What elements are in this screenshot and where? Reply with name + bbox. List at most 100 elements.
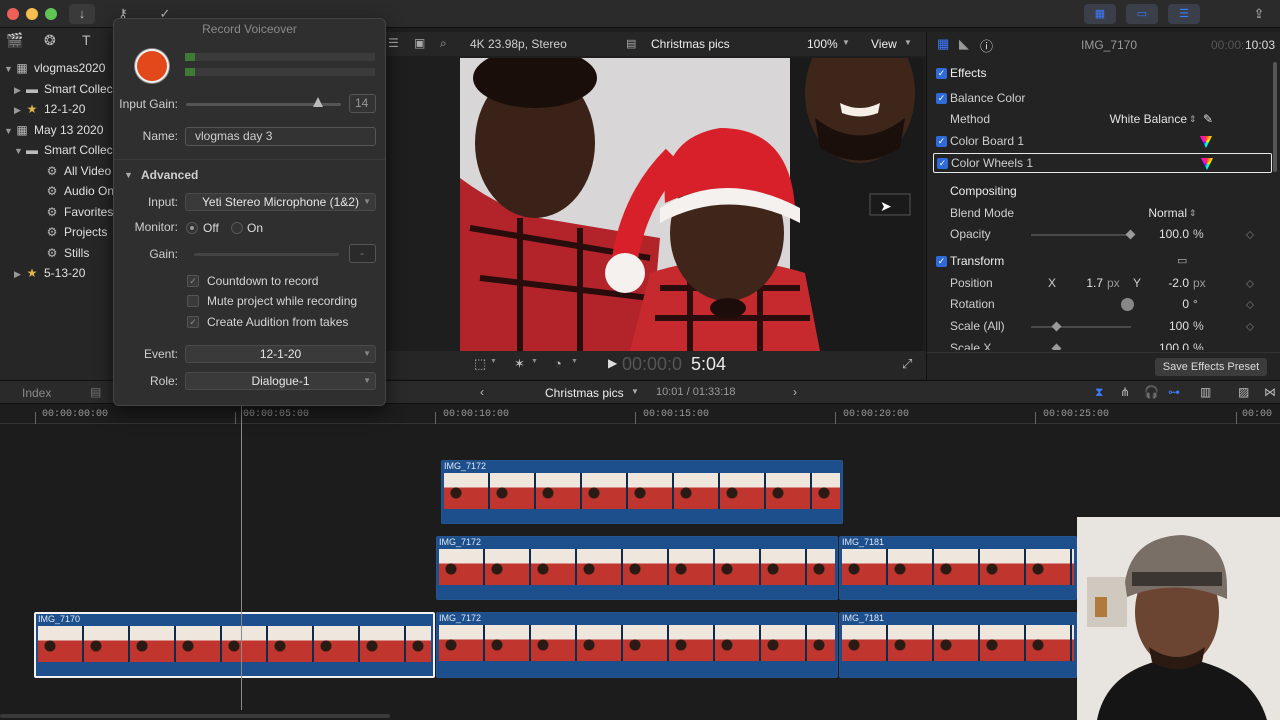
forward-arrow-icon[interactable]: › [793, 385, 797, 399]
audio-skimming-icon[interactable]: ⋔ [1120, 385, 1130, 399]
record-button[interactable] [135, 49, 169, 83]
back-arrow-icon[interactable]: ‹ [480, 385, 484, 399]
scale-all-slider[interactable] [1031, 326, 1131, 328]
blend-mode-dropdown[interactable]: Normal [1127, 203, 1187, 224]
retime-speed-icon[interactable]: ◔ [554, 356, 562, 371]
minimize-window-button[interactable] [26, 8, 38, 20]
clip-appearance-icon[interactable]: ▥ [1200, 385, 1211, 399]
append-clip-icon[interactable]: ▤ [90, 385, 101, 399]
library-layout-icon[interactable]: ▦ [1084, 4, 1116, 24]
opacity-slider[interactable] [1031, 234, 1131, 236]
sidebar-item[interactable]: ⚙ Audio Only [0, 181, 116, 201]
input-gain-value[interactable]: 14 [349, 94, 376, 113]
countdown-checkbox[interactable]: ✓ [187, 275, 199, 287]
timeline-layout-icon[interactable]: ▭ [1126, 4, 1158, 24]
method-dropdown[interactable]: White Balance [1107, 109, 1187, 130]
sidebar-item[interactable]: ▶ ▬ Smart Collec [0, 79, 116, 99]
transitions-browser-icon[interactable]: ⋈ [1264, 385, 1276, 399]
timeline-ruler[interactable]: 00:00:00:00 00:00:05:00 00:00:10:00 00:0… [0, 404, 1280, 424]
monitor-off-radio[interactable] [186, 222, 198, 234]
effects-header[interactable]: ✓ Effects [927, 63, 1280, 84]
balance-color-row[interactable]: ✓ Balance Color [927, 88, 1280, 109]
inspector-toggle-icon[interactable]: ☰ [1168, 4, 1200, 24]
name-field[interactable]: vlogmas day 3 [185, 127, 376, 146]
sidebar-item[interactable]: ▶ ★ 12-1-20 [0, 99, 116, 119]
keyframe-icon[interactable] [1245, 300, 1255, 310]
rotation-value[interactable]: 0 [1153, 294, 1189, 315]
sidebar-item[interactable]: ▼ ▦ vlogmas2020 [0, 58, 116, 78]
enhance-wand-icon[interactable]: ✶ [514, 356, 525, 372]
timeline-clip[interactable]: IMG_7172 [436, 536, 838, 600]
keyframe-icon[interactable] [1245, 322, 1255, 332]
disclosure-triangle-icon[interactable]: ▼ [4, 59, 14, 78]
color-wheels-row[interactable]: ✓ Color Wheels 1 [933, 153, 1272, 173]
input-device-select[interactable]: Yeti Stereo Microphone (1&2) ▼ [185, 193, 376, 211]
create-audition-checkbox[interactable]: ✓ [187, 316, 199, 328]
share-icon[interactable]: ⇪ [1246, 4, 1272, 24]
monitor-on-radio[interactable] [231, 222, 243, 234]
position-y-value[interactable]: -2.0 [1153, 273, 1189, 294]
zoom-dropdown[interactable]: 100% [807, 37, 838, 51]
opacity-slider-thumb[interactable] [1125, 229, 1136, 240]
timeline-clip[interactable]: IMG_7181 [839, 536, 1077, 600]
input-gain-thumb[interactable] [312, 97, 323, 107]
keyframe-icon[interactable] [1245, 279, 1255, 289]
playhead[interactable] [241, 404, 242, 710]
timeline-clip-selected[interactable]: IMG_7170 [34, 612, 435, 678]
disclosure-triangle-icon[interactable]: ▼ [124, 170, 133, 180]
libraries-icon[interactable]: 🎬 [6, 32, 23, 49]
view-menu[interactable]: View [871, 37, 897, 51]
eyedropper-icon[interactable]: ✎ [1203, 109, 1213, 130]
scale-all-slider-thumb[interactable] [1051, 321, 1062, 332]
snapping-icon[interactable]: ⊶ [1168, 385, 1180, 399]
disclosure-triangle-icon[interactable]: ▶ [14, 100, 24, 119]
disclosure-triangle-icon[interactable]: ▼ [14, 141, 24, 160]
sidebar-item[interactable]: ⚙ Projects [0, 222, 116, 242]
clip-appearance-icon[interactable]: ☰ [388, 36, 399, 50]
save-effects-preset-button[interactable]: Save Effects Preset [1155, 358, 1267, 376]
role-select[interactable]: Dialogue-1 ▼ [185, 372, 376, 390]
timeline-clip[interactable]: IMG_7172 [441, 460, 843, 524]
index-button[interactable]: Index [22, 386, 51, 400]
solo-headphones-icon[interactable]: 🎧 [1144, 385, 1159, 399]
video-inspector-icon[interactable]: ▦ [937, 36, 949, 52]
mute-project-checkbox[interactable] [187, 295, 199, 307]
photos-audio-icon[interactable]: ❂ [44, 32, 56, 49]
transform-header[interactable]: ✓ Transform ▭ [927, 251, 1280, 272]
sidebar-item[interactable]: ▼ ▦ May 13 2020 [0, 120, 116, 140]
timeline-clip[interactable]: IMG_7181 [839, 612, 1077, 678]
color-board-icon[interactable] [1200, 136, 1212, 148]
inspector-scrollbar[interactable] [1273, 62, 1277, 172]
import-icon[interactable]: ↓ [69, 4, 95, 24]
sidebar-item[interactable]: ▶ ★ 5-13-20 [0, 263, 116, 283]
balance-color-checkbox[interactable]: ✓ [936, 93, 947, 104]
timeline-project-name[interactable]: Christmas pics [545, 386, 624, 400]
color-inspector-icon[interactable]: ◣ [959, 36, 969, 52]
position-x-value[interactable]: 1.7 [1073, 273, 1103, 294]
color-board-row[interactable]: ✓ Color Board 1 [927, 131, 1280, 152]
compositing-header[interactable]: Compositing [927, 181, 1280, 202]
color-board-checkbox[interactable]: ✓ [936, 136, 947, 147]
timeline-clip[interactable]: IMG_7172 [436, 612, 838, 678]
transform-checkbox[interactable]: ✓ [936, 256, 947, 267]
disclosure-triangle-icon[interactable]: ▼ [4, 121, 14, 140]
filmstrip-icon[interactable]: ▣ [414, 36, 425, 50]
color-wheels-icon[interactable] [1201, 158, 1213, 170]
color-wheels-checkbox[interactable]: ✓ [937, 158, 948, 169]
info-icon[interactable]: ⓘ [980, 36, 993, 55]
zoom-window-button[interactable] [45, 8, 57, 20]
scale-x-slider-thumb[interactable] [1051, 343, 1062, 350]
monitor-gain-value[interactable]: - [349, 244, 376, 263]
timeline-scrollbar[interactable] [0, 714, 390, 718]
effects-browser-icon[interactable]: ▨ [1238, 385, 1249, 399]
keyframe-icon[interactable] [1245, 230, 1255, 240]
viewer-frame[interactable]: ➤ [460, 58, 923, 351]
event-select[interactable]: 12-1-20 ▼ [185, 345, 376, 363]
fullscreen-icon[interactable]: ⤢ [902, 356, 912, 372]
transform-onscreen-icon[interactable]: ▭ [1177, 251, 1187, 272]
advanced-section-label[interactable]: Advanced [141, 168, 198, 182]
monitor-gain-slider[interactable] [194, 253, 339, 256]
sidebar-item[interactable]: ⚙ Stills [0, 243, 116, 263]
clip-skimming-icon[interactable]: ⧗ [1095, 385, 1103, 400]
search-icon[interactable]: ⌕ [440, 36, 447, 51]
